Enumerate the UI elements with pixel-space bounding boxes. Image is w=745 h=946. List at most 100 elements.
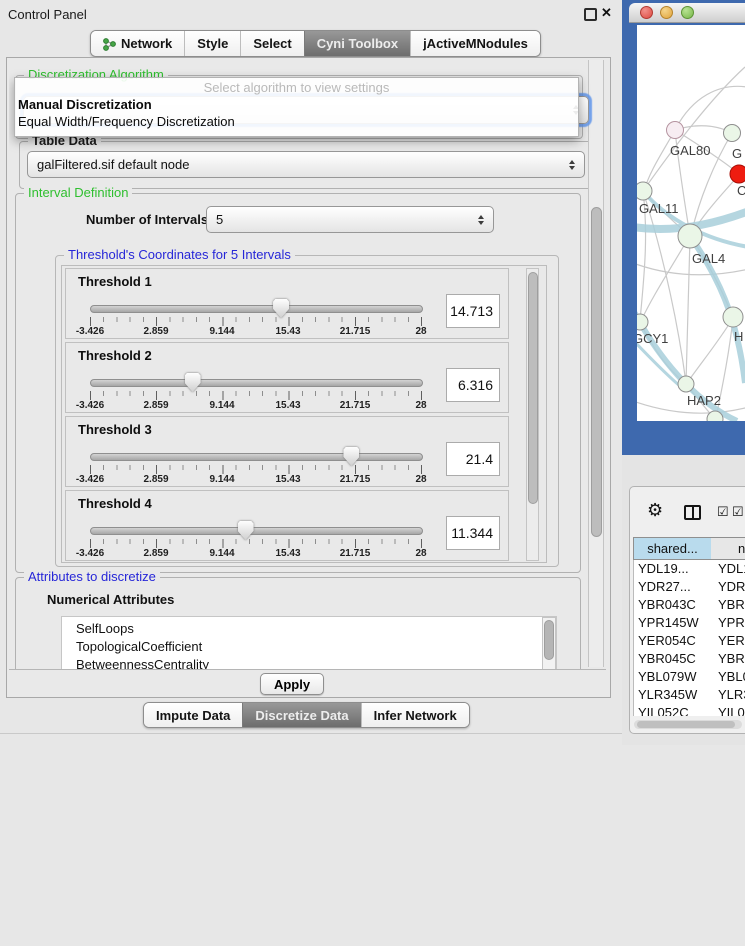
number-of-intervals-combobox[interactable]: 5	[206, 206, 494, 233]
table-row[interactable]: YPR145WYPR1	[634, 614, 745, 632]
tick-label: 9.144	[209, 548, 234, 559]
control-panel-titlebar: Control Panel ✕	[0, 0, 622, 28]
node-hap2[interactable]	[678, 376, 694, 392]
network-window-titlebar	[629, 3, 745, 23]
tab-jactivemnodules-label: jActiveMNodules	[423, 36, 528, 51]
threshold-4-slider-thumb[interactable]	[238, 521, 254, 540]
threshold-1-value-input[interactable]: 14.713	[446, 294, 500, 328]
threshold-1-slider-thumb[interactable]	[273, 299, 289, 318]
threshold-4-value-input[interactable]: 11.344	[446, 516, 500, 550]
tab-style[interactable]: Style	[184, 31, 240, 56]
tab-network[interactable]: Network	[91, 31, 184, 56]
list-item-selfloops[interactable]: SelfLoops	[62, 617, 556, 638]
network-icon	[103, 37, 116, 51]
tab-impute-data[interactable]: Impute Data	[144, 703, 242, 727]
threshold-4-slider[interactable]	[90, 527, 423, 535]
threshold-2-label: Threshold 2	[78, 348, 152, 363]
tick-label: 21.715	[340, 400, 371, 411]
tick-label: 28	[415, 548, 426, 559]
tick-label: -3.426	[76, 548, 104, 559]
tab-discretize-data-label: Discretize Data	[255, 708, 348, 723]
tab-infer-network[interactable]: Infer Network	[361, 703, 469, 727]
threshold-3-value-input[interactable]: 21.4	[446, 442, 500, 476]
tick-label: 2.859	[143, 474, 168, 485]
table-row[interactable]: YER054CYER0	[634, 632, 745, 650]
zoom-traffic-light-icon[interactable]	[681, 6, 694, 19]
table-row[interactable]: YIL052CYIL0	[634, 704, 745, 716]
tab-select[interactable]: Select	[240, 31, 303, 56]
algorithm-popup-hint: Select algorithm to view settings	[15, 80, 578, 96]
thresholds-scrollbar[interactable]	[526, 268, 539, 561]
attributes-list-scrollbar-thumb[interactable]	[544, 620, 554, 660]
node-gal4[interactable]	[678, 224, 702, 248]
checkbox-icon-2[interactable]: ☑	[732, 504, 744, 520]
threshold-2-value-input[interactable]: 6.316	[446, 368, 500, 402]
threshold-2-slider[interactable]	[90, 379, 423, 387]
tick-label: 28	[415, 326, 426, 337]
attributes-group-label: Attributes to discretize	[24, 569, 160, 585]
tab-select-label: Select	[253, 36, 291, 51]
tick-label: 21.715	[340, 326, 371, 337]
popup-option-manual-discretization[interactable]: Manual Discretization	[15, 96, 578, 113]
node-top-right[interactable]	[724, 125, 741, 142]
gear-icon[interactable]: ⚙	[647, 501, 663, 519]
threshold-3-slider[interactable]	[90, 453, 423, 461]
close-traffic-light-icon[interactable]	[640, 6, 653, 19]
apply-button[interactable]: Apply	[260, 673, 324, 695]
node-red-selected[interactable]	[730, 165, 745, 183]
threshold-3-panel: Threshold 3 -3.426 2.859 9.144 15.43 21.…	[65, 416, 509, 487]
threshold-1-slider[interactable]	[90, 305, 423, 313]
tick-label: 28	[415, 474, 426, 485]
algorithm-popup: Select algorithm to view settings Manual…	[14, 77, 579, 137]
node-gal80[interactable]	[667, 122, 684, 139]
table-row[interactable]: YBR043CYBR0	[634, 596, 745, 614]
list-item-topologicalcoefficient[interactable]: TopologicalCoefficient	[62, 638, 556, 656]
panel-title: Control Panel	[8, 7, 87, 22]
panel-scrollbar-thumb[interactable]	[591, 207, 602, 537]
minimize-traffic-light-icon[interactable]	[660, 6, 673, 19]
threshold-4-panel: Threshold 4 -3.426 2.859 9.144 15.43 21.…	[65, 490, 509, 561]
table-data-combobox[interactable]: galFiltered.sif default node	[27, 151, 585, 178]
table-row[interactable]: YDL19...YDL1	[634, 560, 745, 578]
tab-cyni-toolbox[interactable]: Cyni Toolbox	[304, 31, 410, 56]
thresholds-group-label: Threshold's Coordinates for 5 Intervals	[64, 247, 295, 263]
table-horizontal-scrollbar[interactable]	[634, 720, 742, 729]
threshold-2-slider-thumb[interactable]	[185, 373, 201, 392]
node-gal11[interactable]	[637, 182, 652, 200]
split-view-icon[interactable]	[684, 505, 701, 520]
cyni-scroll-viewport: Discretization Algorithm Select algorith…	[9, 60, 606, 670]
network-canvas[interactable]: GAL80 G C GAL11 GAL4 GCY1 H HAP2	[637, 25, 745, 421]
close-icon[interactable]: ✕	[601, 5, 612, 21]
table-horizontal-scrollbar-thumb[interactable]	[637, 721, 735, 728]
tick-label: 15.43	[275, 400, 300, 411]
number-of-intervals-value: 5	[216, 212, 223, 227]
table-row[interactable]: YBL079WYBL0	[634, 668, 745, 686]
interval-definition-label: Interval Definition	[24, 185, 132, 201]
column-header-shared-name[interactable]: shared...	[633, 537, 712, 560]
node-label-gal11: GAL11	[639, 201, 679, 216]
node-h[interactable]	[723, 307, 743, 327]
float-window-icon[interactable]	[584, 8, 597, 21]
node-label-gal4: GAL4	[692, 251, 725, 266]
tick-label: 15.43	[275, 326, 300, 337]
table-row[interactable]: YDR27...YDR2	[634, 578, 745, 596]
node-gcy1[interactable]	[637, 314, 648, 330]
tab-discretize-data[interactable]: Discretize Data	[242, 703, 360, 727]
table-row[interactable]: YBR045CYBR0	[634, 650, 745, 668]
tab-jactivemnodules[interactable]: jActiveMNodules	[410, 31, 540, 56]
tick-label: 15.43	[275, 548, 300, 559]
combo-arrows-icon	[569, 160, 575, 170]
list-item-betweennesscentrality[interactable]: BetweennessCentrality	[62, 656, 556, 670]
checkbox-icon-1[interactable]: ☑	[717, 504, 729, 520]
attributes-list-scrollbar[interactable]	[542, 617, 556, 670]
table-row[interactable]: YLR345WYLR3	[634, 686, 745, 704]
panel-scrollbar[interactable]	[588, 60, 604, 667]
threshold-3-slider-thumb[interactable]	[343, 447, 359, 466]
threshold-1-panel: Threshold 1 -3.426 2.859 9.144 15.43 21.…	[65, 268, 509, 339]
popup-option-equal-width-frequency[interactable]: Equal Width/Frequency Discretization	[15, 113, 578, 130]
top-tab-bar: Network Style Select Cyni Toolbox jActiv…	[90, 30, 541, 57]
column-header-name[interactable]: n	[711, 537, 745, 560]
thresholds-scrollbar-thumb[interactable]	[528, 272, 538, 504]
combo-arrows-icon	[478, 215, 484, 225]
node-label-c: C	[737, 183, 745, 198]
